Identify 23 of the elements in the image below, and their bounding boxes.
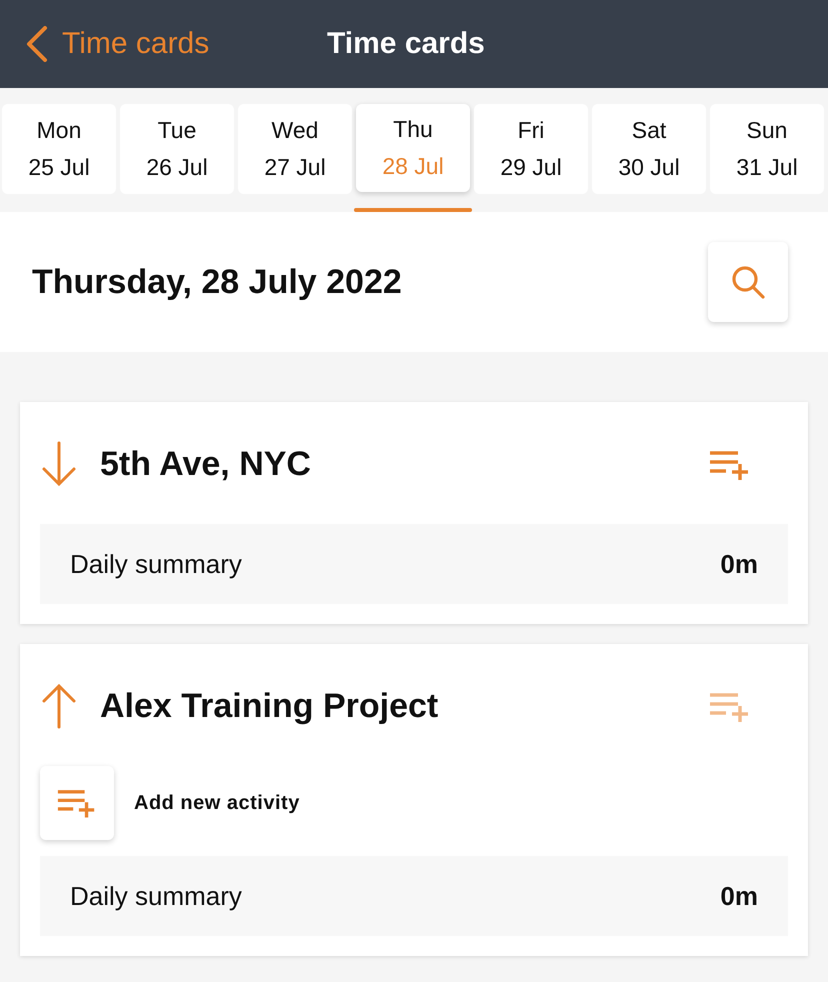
arrow-up-icon [40,683,78,729]
back-button[interactable]: Time cards [0,26,210,62]
arrow-down-icon [40,441,78,487]
day-tab[interactable]: Thu 28 Jul [356,104,470,192]
day-tab[interactable]: Mon 25 Jul [2,104,116,194]
day-tab[interactable]: Sat 30 Jul [592,104,706,194]
summary-value: 0m [720,548,758,580]
back-chevron-icon [26,26,48,62]
summary-value: 0m [720,880,758,912]
summary-label: Daily summary [70,548,242,580]
day-tab[interactable]: Tue 26 Jul [120,104,234,194]
date-title: Thursday, 28 July 2022 [32,262,402,302]
add-activity-button[interactable] [40,766,114,840]
screen-title: Time cards [327,26,485,62]
summary-label: Daily summary [70,880,242,912]
project-name: Alex Training Project [100,686,440,726]
search-button[interactable] [708,242,788,322]
day-tab[interactable]: Sun 31 Jul [710,104,824,194]
add-activity-label: Add new activity [134,792,300,814]
project-name: 5th Ave, NYC [100,444,312,484]
day-tab[interactable]: Wed 27 Jul [238,104,352,194]
search-icon [731,265,765,299]
day-tab[interactable]: Fri 29 Jul [474,104,588,194]
